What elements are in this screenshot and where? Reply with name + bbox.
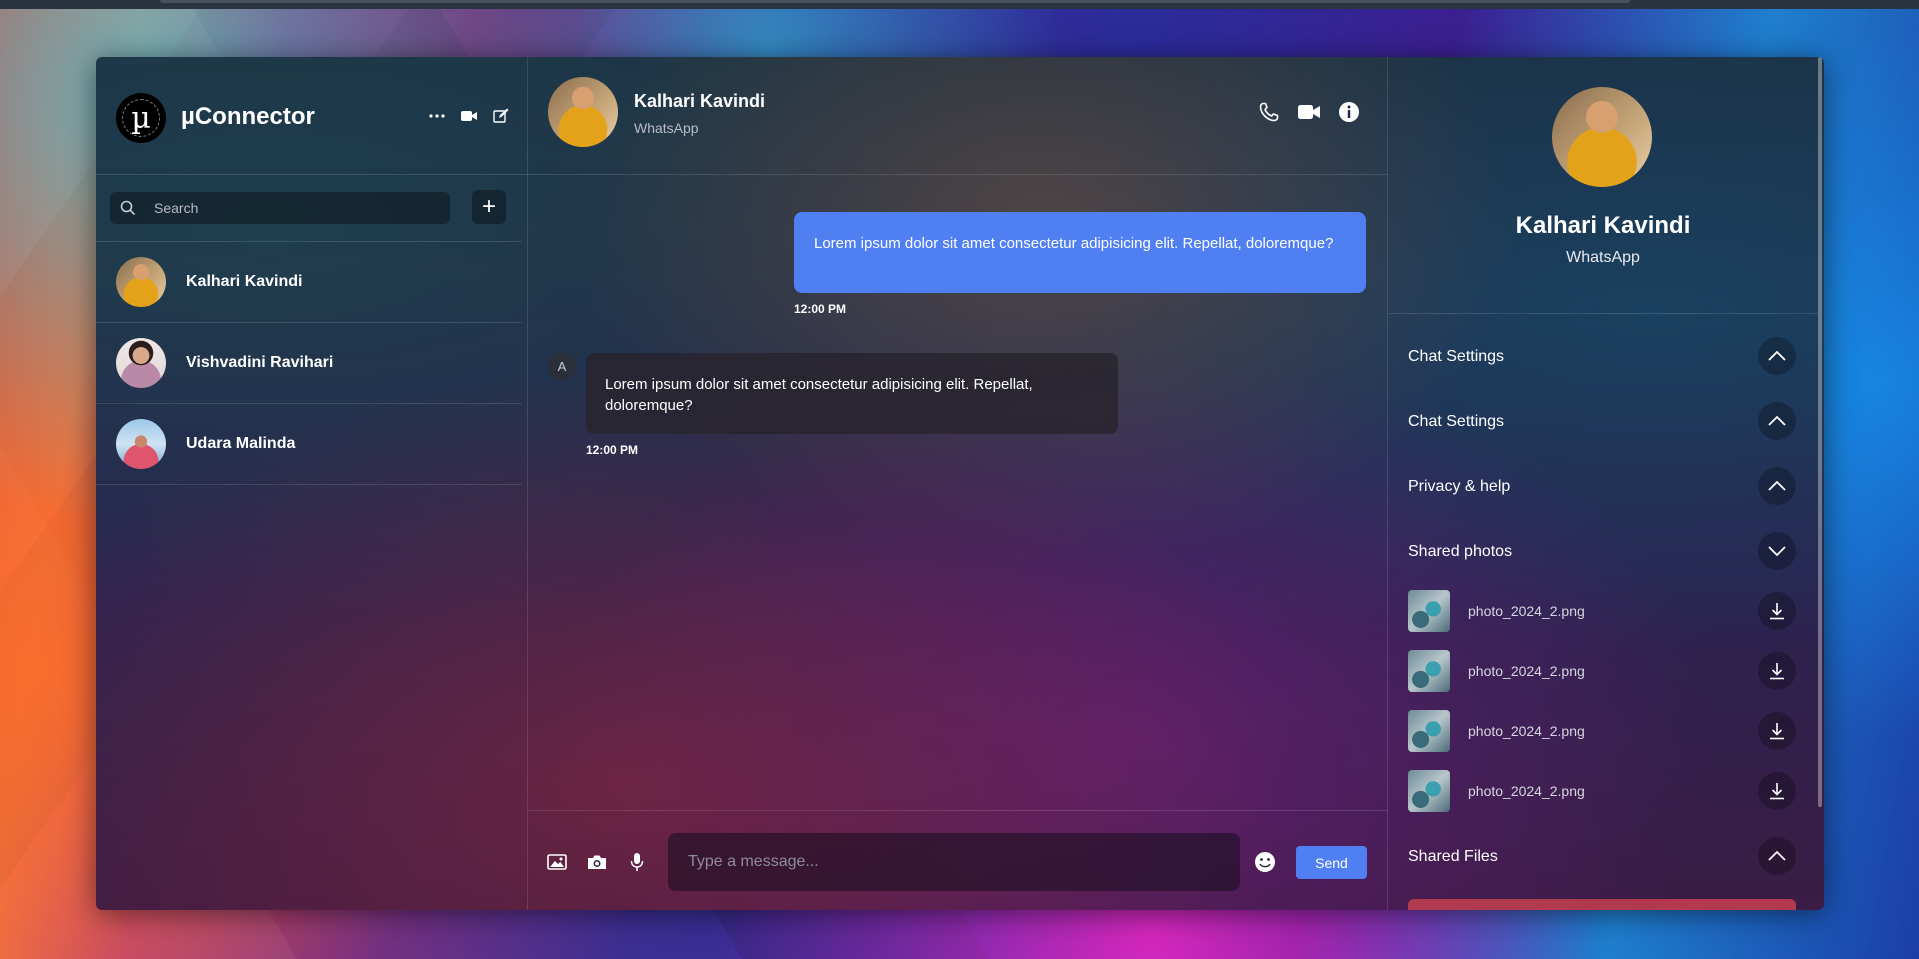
- search-box: [110, 192, 450, 224]
- section-label: Shared photos: [1408, 543, 1513, 560]
- compose-icon[interactable]: [492, 107, 510, 125]
- video-call-icon[interactable]: [1298, 101, 1320, 123]
- section-chat-settings[interactable]: Chat Settings: [1408, 337, 1796, 377]
- section-shared-photos[interactable]: Shared photos: [1408, 532, 1796, 572]
- avatar[interactable]: [548, 77, 618, 147]
- chat-contact-name: Kalhari Kavindi: [634, 91, 766, 111]
- app-name: µConnector: [181, 103, 315, 130]
- contact-item[interactable]: Kalhari Kavindi: [96, 242, 522, 323]
- download-icon[interactable]: [1758, 592, 1796, 630]
- app-window: µ µConnector + Kal: [96, 57, 1824, 910]
- avatar: [116, 257, 166, 307]
- phone-icon[interactable]: [1258, 101, 1280, 123]
- sidebar-header-actions: [428, 107, 510, 125]
- avatar: [116, 338, 166, 388]
- file-name: photo_2024_2.png: [1468, 783, 1585, 799]
- file-name: photo_2024_2.png: [1468, 723, 1585, 739]
- camera-icon[interactable]: [586, 851, 608, 873]
- chevron-up-icon[interactable]: [1758, 337, 1796, 375]
- microphone-icon[interactable]: [626, 851, 648, 873]
- logo-glyph: µ: [131, 100, 151, 136]
- section-privacy-help[interactable]: Privacy & help: [1408, 467, 1796, 507]
- shared-photo-item[interactable]: photo_2024_2.png: [1408, 650, 1796, 692]
- incoming-message: Lorem ipsum dolor sit amet consectetur a…: [586, 353, 1118, 434]
- contact-item[interactable]: Udara Malinda: [96, 404, 522, 485]
- chat-panel: Kalhari Kavindi WhatsApp Lorem ipsum dol…: [528, 57, 1388, 910]
- message-composer: Send: [528, 810, 1388, 910]
- contact-name: Udara Malinda: [186, 435, 296, 452]
- message-input[interactable]: [668, 833, 1240, 891]
- section-label: Chat Settings: [1408, 413, 1505, 430]
- info-header: Kalhari Kavindi WhatsApp: [1388, 57, 1818, 314]
- download-icon[interactable]: [1758, 772, 1796, 810]
- chevron-up-icon[interactable]: [1758, 837, 1796, 875]
- image-icon[interactable]: [546, 851, 568, 873]
- section-label: Chat Settings: [1408, 348, 1505, 365]
- file-name: photo_2024_2.png: [1468, 663, 1585, 679]
- message-time: 12:00 PM: [586, 443, 639, 457]
- contact-name: Vishvadini Ravihari: [186, 354, 334, 371]
- sender-avatar: A: [548, 352, 576, 380]
- scrollbar[interactable]: [1818, 57, 1822, 807]
- sidebar: µ µConnector + Kal: [96, 57, 528, 910]
- send-button[interactable]: Send: [1296, 846, 1367, 879]
- shared-photo-item[interactable]: photo_2024_2.png: [1408, 770, 1796, 812]
- chat-header: Kalhari Kavindi WhatsApp: [528, 57, 1388, 175]
- search-icon: [120, 200, 136, 216]
- chevron-up-icon[interactable]: [1758, 402, 1796, 440]
- app-logo: µ: [116, 93, 166, 143]
- contact-name: Kalhari Kavindi: [186, 273, 303, 290]
- chat-platform: WhatsApp: [634, 120, 699, 136]
- video-call-icon[interactable]: [460, 107, 478, 125]
- plus-icon: +: [481, 193, 496, 220]
- section-label: Shared Files: [1408, 848, 1498, 865]
- section-label: Privacy & help: [1408, 478, 1511, 495]
- file-name: photo_2024_2.png: [1468, 603, 1585, 619]
- shared-photo-item[interactable]: photo_2024_2.png: [1408, 590, 1796, 632]
- avatar: [1552, 87, 1652, 187]
- info-icon[interactable]: [1338, 101, 1360, 123]
- emoji-icon[interactable]: [1254, 851, 1276, 873]
- photo-thumbnail: [1408, 770, 1450, 812]
- danger-button[interactable]: [1408, 899, 1796, 910]
- contact-item[interactable]: Vishvadini Ravihari: [96, 323, 522, 404]
- download-icon[interactable]: [1758, 712, 1796, 750]
- browser-top-bar: [0, 0, 1919, 9]
- photo-thumbnail: [1408, 590, 1450, 632]
- contact-info-panel: Kalhari Kavindi WhatsApp Chat Settings C…: [1388, 57, 1824, 910]
- search-input[interactable]: [154, 192, 434, 224]
- info-contact-name: Kalhari Kavindi: [1515, 212, 1691, 239]
- sidebar-header: µ µConnector: [96, 57, 528, 175]
- more-options-icon[interactable]: [428, 107, 446, 125]
- avatar: [116, 419, 166, 469]
- shared-photo-item[interactable]: photo_2024_2.png: [1408, 710, 1796, 752]
- chevron-down-icon[interactable]: [1758, 532, 1796, 570]
- photo-thumbnail: [1408, 710, 1450, 752]
- chevron-up-icon[interactable]: [1758, 467, 1796, 505]
- message-time: 12:00 PM: [794, 302, 847, 316]
- section-shared-files[interactable]: Shared Files: [1408, 837, 1796, 877]
- section-chat-settings[interactable]: Chat Settings: [1408, 402, 1796, 442]
- download-icon[interactable]: [1758, 652, 1796, 690]
- info-platform: WhatsApp: [1566, 249, 1640, 266]
- chat-actions: [1258, 101, 1360, 123]
- add-chat-button[interactable]: +: [472, 190, 506, 224]
- photo-thumbnail: [1408, 650, 1450, 692]
- outgoing-message: Lorem ipsum dolor sit amet consectetur a…: [794, 212, 1366, 293]
